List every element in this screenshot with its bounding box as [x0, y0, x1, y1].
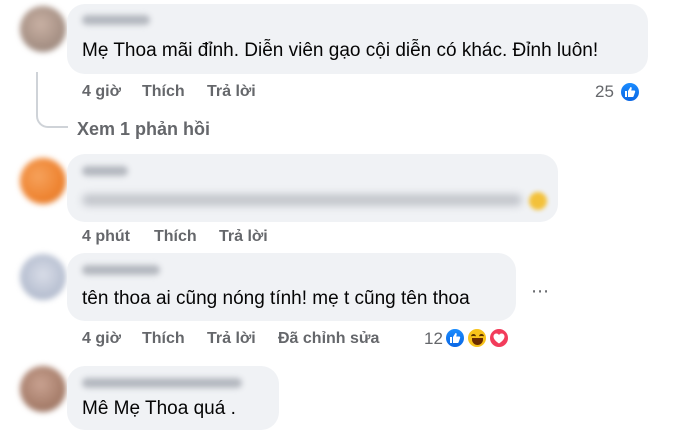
emoji-icon — [529, 192, 547, 210]
comment-bubble: tên thoa ai cũng nóng tính! mẹ t cũng tê… — [67, 253, 516, 321]
reply-button[interactable]: Trả lời — [207, 83, 256, 101]
love-icon[interactable] — [488, 327, 510, 349]
avatar[interactable] — [20, 158, 66, 204]
commenter-name-blurred[interactable] — [82, 265, 160, 275]
thread-connector-line — [36, 72, 68, 128]
haha-icon[interactable] — [466, 327, 488, 349]
reply-button[interactable]: Trả lời — [207, 330, 256, 348]
comment-text: Mê Mẹ Thoa quá . — [82, 398, 236, 419]
comment-timestamp[interactable]: 4 phút — [82, 228, 130, 246]
like-icon[interactable] — [444, 327, 466, 349]
comment-bubble — [67, 154, 558, 222]
avatar[interactable] — [20, 254, 66, 300]
comment-timestamp[interactable]: 4 giờ — [82, 83, 121, 101]
comment-timestamp[interactable]: 4 giờ — [82, 330, 121, 348]
comment-bubble: Mẹ Thoa mãi đỉnh. Diễn viên gạo cội diễn… — [67, 4, 648, 74]
reaction-count[interactable]: 25 — [595, 82, 614, 102]
commenter-name-blurred[interactable] — [82, 15, 150, 25]
like-button[interactable]: Thích — [142, 83, 185, 101]
comment-text: tên thoa ai cũng nóng tính! mẹ t cũng tê… — [82, 288, 470, 309]
view-replies-link[interactable]: Xem 1 phản hồi — [77, 119, 210, 140]
avatar[interactable] — [20, 6, 66, 52]
like-button[interactable]: Thích — [154, 228, 197, 246]
comment-text-blurred — [82, 194, 522, 206]
like-button[interactable]: Thích — [142, 330, 185, 348]
ellipsis-icon[interactable]: ⋯ — [531, 281, 550, 302]
reaction-count[interactable]: 12 — [424, 329, 443, 349]
comment-text: Mẹ Thoa mãi đỉnh. Diễn viên gạo cội diễn… — [82, 40, 599, 61]
commenter-name-blurred[interactable] — [82, 166, 128, 176]
reply-button[interactable]: Trả lời — [219, 228, 268, 246]
edited-label: Đã chỉnh sửa — [278, 330, 380, 347]
comment-bubble: Mê Mẹ Thoa quá . — [67, 366, 279, 430]
like-icon[interactable] — [619, 81, 641, 103]
commenter-name-blurred[interactable] — [82, 378, 242, 388]
avatar[interactable] — [20, 366, 66, 412]
